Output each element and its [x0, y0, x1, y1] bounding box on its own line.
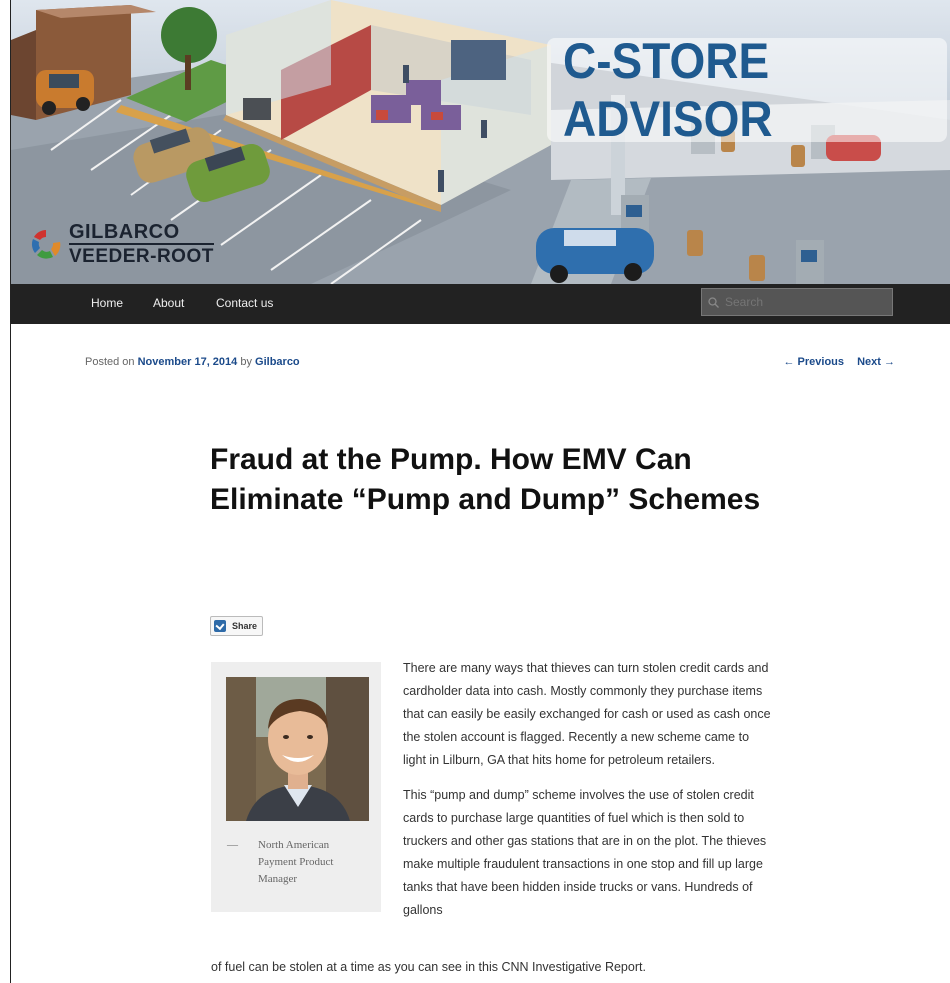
search-input[interactable] [723, 294, 887, 310]
search-box[interactable] [701, 288, 893, 316]
posted-on-label: Posted on [85, 356, 135, 368]
figure-caption: — North American Payment Product Manager [227, 837, 367, 888]
next-post-link[interactable]: Next → [857, 356, 895, 368]
author-photo [226, 677, 369, 821]
site-title-box[interactable]: C-STORE ADVISOR [547, 33, 947, 147]
logo-line-1: GILBARCO [69, 222, 214, 245]
caption-text: North American Payment Product Manager [258, 839, 334, 885]
share-icon [214, 620, 226, 632]
nav-home[interactable]: Home [91, 296, 123, 310]
gilbarco-logo-mark-icon [31, 230, 61, 259]
post-date-link[interactable]: November 17, 2014 [138, 356, 238, 368]
by-label: by [240, 356, 252, 368]
previous-post-link[interactable]: ← Previous [784, 356, 845, 368]
author-link[interactable]: Gilbarco [255, 356, 300, 368]
author-figure: — North American Payment Product Manager [211, 662, 381, 912]
linkedin-share-button[interactable]: Share [210, 616, 264, 636]
nav-contact-us[interactable]: Contact us [216, 296, 273, 310]
post-navigation: ← Previous Next → [774, 356, 896, 368]
site-title: C-STORE ADVISOR [563, 33, 773, 147]
paragraph-2-tail: of fuel can be stolen at a time as you c… [211, 960, 646, 974]
post-meta: Posted on November 17, 2014 by Gilbarco [85, 356, 300, 368]
caption-dash: — [227, 839, 238, 851]
page-frame: GILBARCO VEEDER-ROOT C-STORE ADVISOR Hom… [10, 0, 950, 983]
search-icon [708, 296, 719, 308]
post-body: There are many ways that thieves can tur… [403, 657, 773, 934]
post-title: Fraud at the Pump. How EMV Can Eliminate… [210, 443, 761, 516]
share-label: Share [232, 621, 258, 631]
paragraph-1: There are many ways that thieves can tur… [403, 661, 771, 767]
nav-about[interactable]: About [153, 296, 184, 310]
header-banner: GILBARCO VEEDER-ROOT C-STORE ADVISOR [11, 0, 950, 284]
gilbarco-logo[interactable]: GILBARCO VEEDER-ROOT [29, 222, 214, 266]
logo-line-2: VEEDER-ROOT [69, 246, 214, 267]
paragraph-2: This “pump and dump” scheme involves the… [403, 788, 767, 917]
